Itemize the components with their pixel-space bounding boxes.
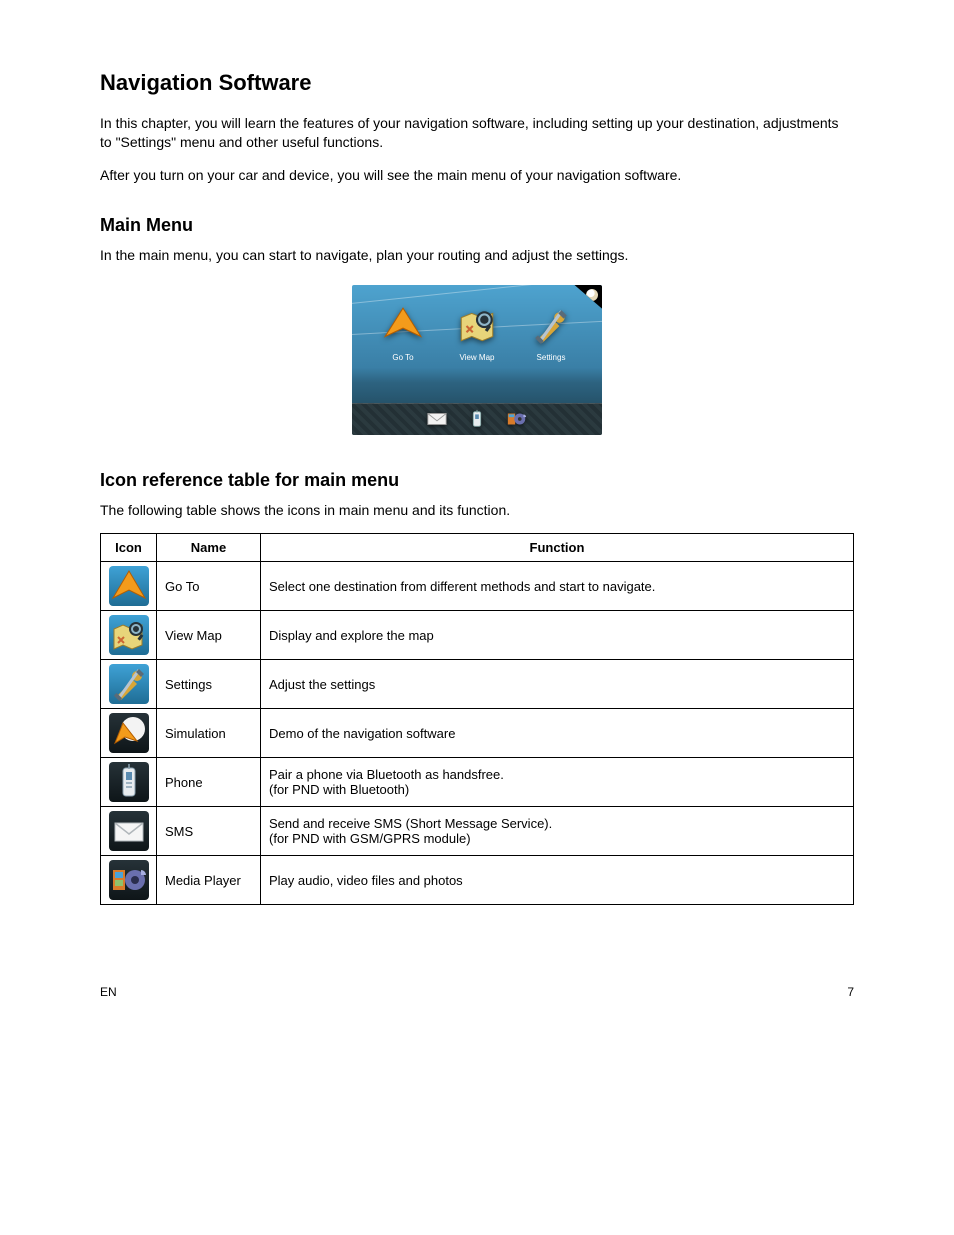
screenshot-settings: Settings xyxy=(530,305,572,362)
section-heading: Navigation Software xyxy=(100,70,854,96)
footer-page-number: 7 xyxy=(847,985,854,999)
icon-reference-table: Icon Name Function Go To Select one dest… xyxy=(100,533,854,905)
subheading-main-menu: Main Menu xyxy=(100,215,854,236)
table-header-name: Name xyxy=(157,534,261,562)
intro-paragraph-1: In this chapter, you will learn the feat… xyxy=(100,114,854,152)
row-func: Demo of the navigation software xyxy=(261,709,854,758)
row-func: Pair a phone via Bluetooth as handsfree.… xyxy=(261,758,854,807)
table-header-icon: Icon xyxy=(101,534,157,562)
row-func: Display and explore the map xyxy=(261,611,854,660)
sms-icon xyxy=(109,811,149,851)
device-screenshot: Go To View Map xyxy=(352,285,602,435)
intro-paragraph-2: After you turn on your car and device, y… xyxy=(100,166,854,185)
icon-ref-text: The following table shows the icons in m… xyxy=(100,501,854,520)
row-name: Go To xyxy=(157,562,261,611)
arrow-icon xyxy=(382,305,424,347)
row-func: Play audio, video files and photos xyxy=(261,856,854,905)
row-name: Simulation xyxy=(157,709,261,758)
media-icon xyxy=(506,408,528,430)
screenshot-goto: Go To xyxy=(382,305,424,362)
map-icon xyxy=(456,305,498,347)
viewmap-icon xyxy=(109,615,149,655)
table-row: Settings Adjust the settings xyxy=(101,660,854,709)
simulation-icon xyxy=(109,713,149,753)
page-footer: EN 7 xyxy=(100,985,854,999)
row-name: Phone xyxy=(157,758,261,807)
table-row: Media Player Play audio, video files and… xyxy=(101,856,854,905)
table-row: Simulation Demo of the navigation softwa… xyxy=(101,709,854,758)
tools-icon xyxy=(530,305,572,347)
phone-icon xyxy=(466,408,488,430)
subheading-icon-ref: Icon reference table for main menu xyxy=(100,470,854,491)
settings-icon xyxy=(109,664,149,704)
phone-icon xyxy=(109,762,149,802)
table-header-function: Function xyxy=(261,534,854,562)
envelope-icon xyxy=(426,408,448,430)
row-func: Select one destination from different me… xyxy=(261,562,854,611)
row-name: Media Player xyxy=(157,856,261,905)
row-func: Adjust the settings xyxy=(261,660,854,709)
table-row: View Map Display and explore the map xyxy=(101,611,854,660)
table-row: Phone Pair a phone via Bluetooth as hand… xyxy=(101,758,854,807)
table-row: Go To Select one destination from differ… xyxy=(101,562,854,611)
row-name: View Map xyxy=(157,611,261,660)
media-player-icon xyxy=(109,860,149,900)
footer-lang: EN xyxy=(100,985,117,999)
goto-icon xyxy=(109,566,149,606)
main-menu-text: In the main menu, you can start to navig… xyxy=(100,246,854,265)
row-name: SMS xyxy=(157,807,261,856)
row-name: Settings xyxy=(157,660,261,709)
table-row: SMS Send and receive SMS (Short Message … xyxy=(101,807,854,856)
row-func: Send and receive SMS (Short Message Serv… xyxy=(261,807,854,856)
screenshot-viewmap: View Map xyxy=(456,305,498,362)
screenshot-dock xyxy=(352,403,602,435)
